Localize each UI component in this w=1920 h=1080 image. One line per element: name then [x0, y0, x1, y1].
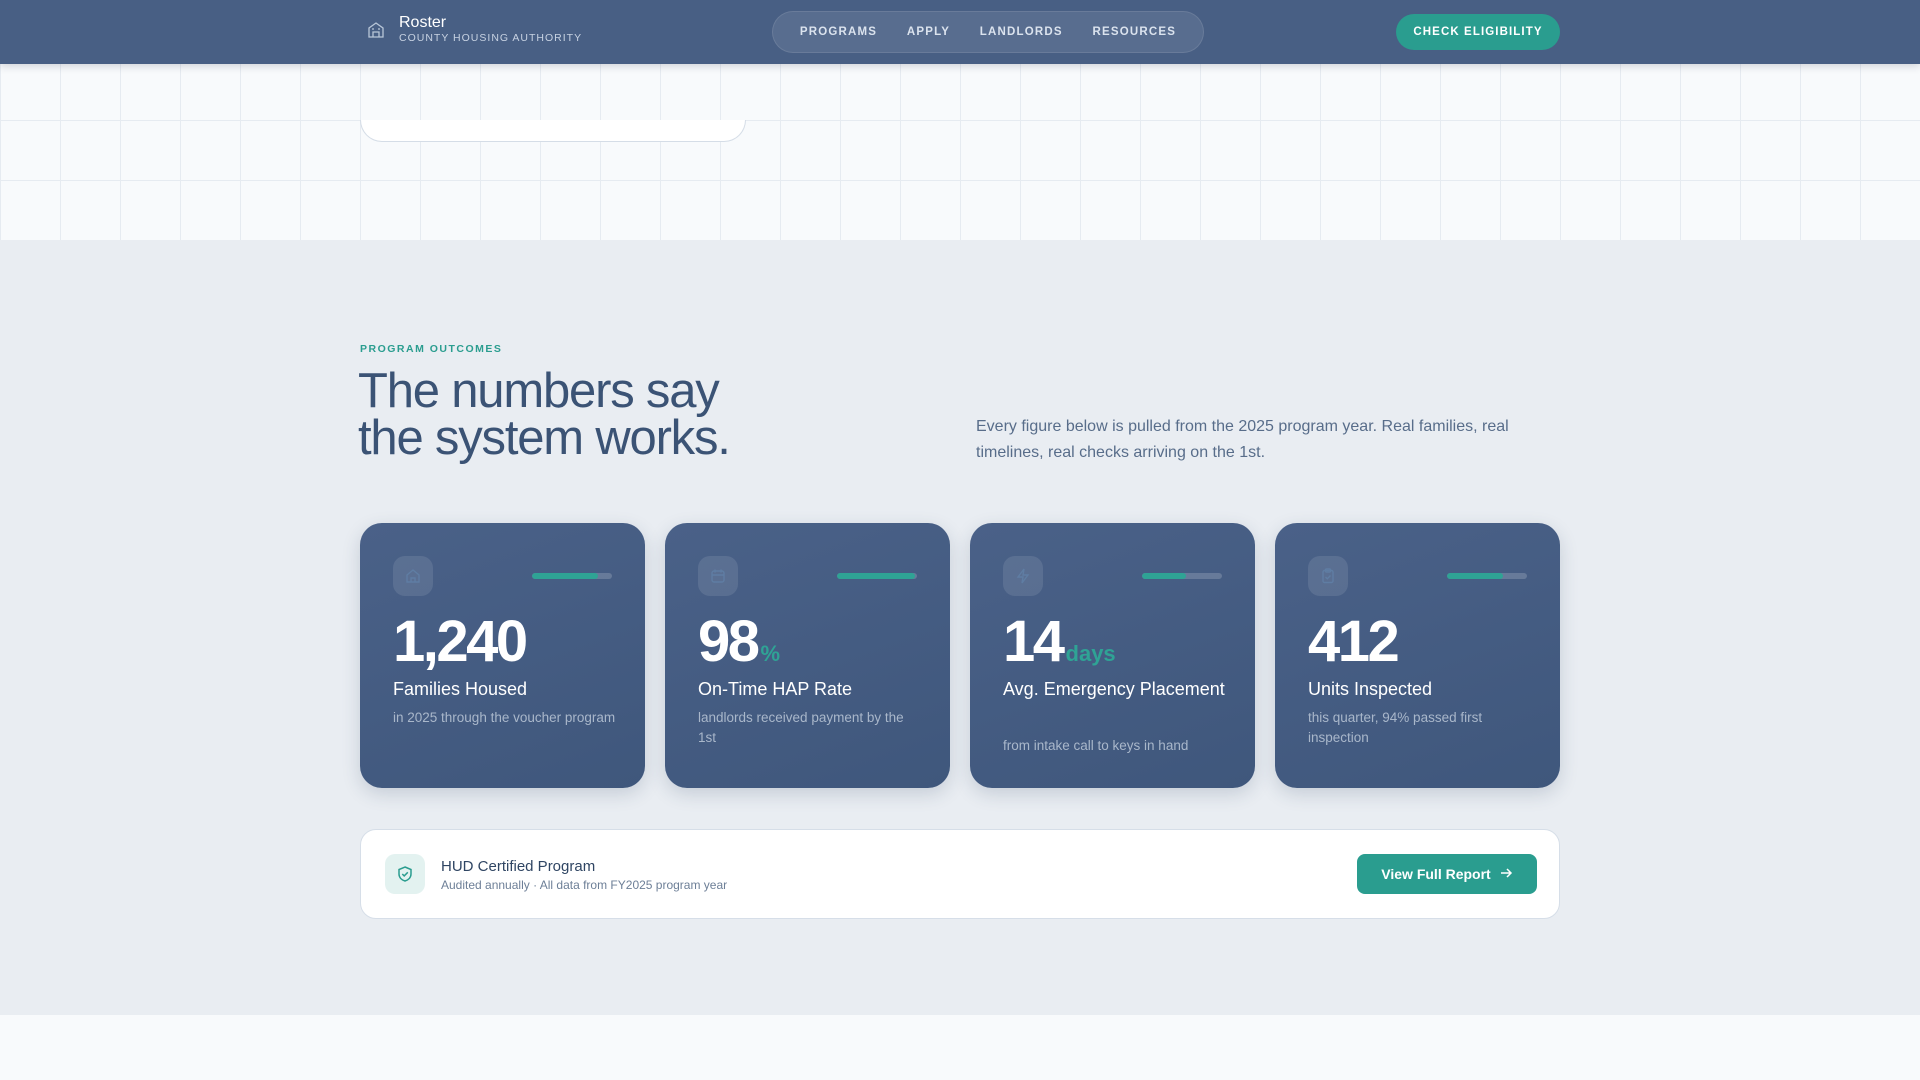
site-header: Roster COUNTY HOUSING AUTHORITY PROGRAMS…	[0, 0, 1920, 64]
stat-card-hap-rate: 98 % On-Time HAP Rate landlords received…	[665, 523, 950, 788]
stat-value: 14 days	[1003, 609, 1116, 675]
nav-item-programs[interactable]: PROGRAMS	[800, 26, 877, 38]
building-icon	[365, 19, 387, 41]
stat-title: Units Inspected	[1308, 679, 1433, 699]
stat-number: 412	[1308, 609, 1400, 674]
brand-name: Roster	[399, 14, 447, 31]
stat-number: 14	[1003, 609, 1065, 674]
nav-item-apply[interactable]: APPLY	[907, 26, 950, 38]
lightning-icon	[1003, 556, 1043, 596]
certification-banner: HUD Certified Program Audited annually ·…	[360, 829, 1560, 919]
stat-card-emergency-placement: 14 days Avg. Emergency Placement from in…	[970, 523, 1255, 788]
certification-subtitle: Audited annually · All data from FY2025 …	[441, 878, 728, 892]
stat-cards: 1,240 Families Housed in 2025 through th…	[360, 523, 1560, 788]
stat-description: landlords received payment by the 1st	[698, 710, 904, 745]
hero-grid-background	[0, 64, 1920, 240]
certification-title: HUD Certified Program	[441, 858, 596, 875]
stat-description: from intake call to keys in hand	[1003, 738, 1189, 753]
shield-check-icon	[385, 854, 425, 894]
main-nav: PROGRAMS APPLY LANDLORDS RESOURCES	[772, 11, 1204, 53]
section-lede: Every figure below is pulled from the 20…	[976, 418, 1509, 461]
headline-line-2: the system works.	[358, 411, 731, 465]
stat-value: 412	[1308, 609, 1400, 675]
view-full-report-button[interactable]: View Full Report	[1357, 854, 1537, 894]
brand-subtitle: COUNTY HOUSING AUTHORITY	[399, 32, 583, 44]
nav-item-resources[interactable]: RESOURCES	[1092, 26, 1176, 38]
nav-item-landlords[interactable]: LANDLORDS	[980, 26, 1063, 38]
stat-card-units-inspected: 412 Units Inspected this quarter, 94% pa…	[1275, 523, 1560, 788]
section-headline: The numbers say the system works.	[358, 367, 878, 465]
stat-description: this quarter, 94% passed first inspectio…	[1308, 710, 1483, 745]
progress-bar	[532, 573, 612, 579]
program-outcomes-section: PROGRAM OUTCOMES The numbers say the sys…	[0, 240, 1920, 1015]
stat-description: in 2025 through the voucher program	[393, 710, 616, 725]
headline-line-1: The numbers say	[358, 364, 720, 418]
stat-card-families-housed: 1,240 Families Housed in 2025 through th…	[360, 523, 645, 788]
check-eligibility-button[interactable]: CHECK ELIGIBILITY	[1396, 14, 1560, 50]
stat-title: Avg. Emergency Placement	[1003, 679, 1225, 699]
section-eyebrow: PROGRAM OUTCOMES	[360, 343, 503, 355]
progress-bar	[1142, 573, 1222, 579]
arrow-right-icon	[1499, 866, 1513, 883]
stat-number: 98	[698, 609, 760, 674]
hero-search-pill[interactable]	[360, 120, 746, 142]
progress-bar	[1447, 573, 1527, 579]
stat-value: 1,240	[393, 609, 529, 675]
clipboard-icon	[1308, 556, 1348, 596]
stat-number: 1,240	[393, 609, 528, 674]
stat-title: On-Time HAP Rate	[698, 679, 853, 699]
stat-value: 98 %	[698, 609, 780, 675]
brand-logo[interactable]: Roster COUNTY HOUSING AUTHORITY	[365, 14, 582, 45]
calendar-icon	[698, 556, 738, 596]
progress-bar	[837, 573, 917, 579]
stat-unit: %	[760, 641, 781, 666]
next-section-top	[0, 1015, 1920, 1080]
stat-unit: days	[1065, 641, 1116, 666]
stat-title: Families Housed	[393, 679, 528, 699]
view-full-report-label: View Full Report	[1381, 866, 1491, 882]
home-icon	[393, 556, 433, 596]
